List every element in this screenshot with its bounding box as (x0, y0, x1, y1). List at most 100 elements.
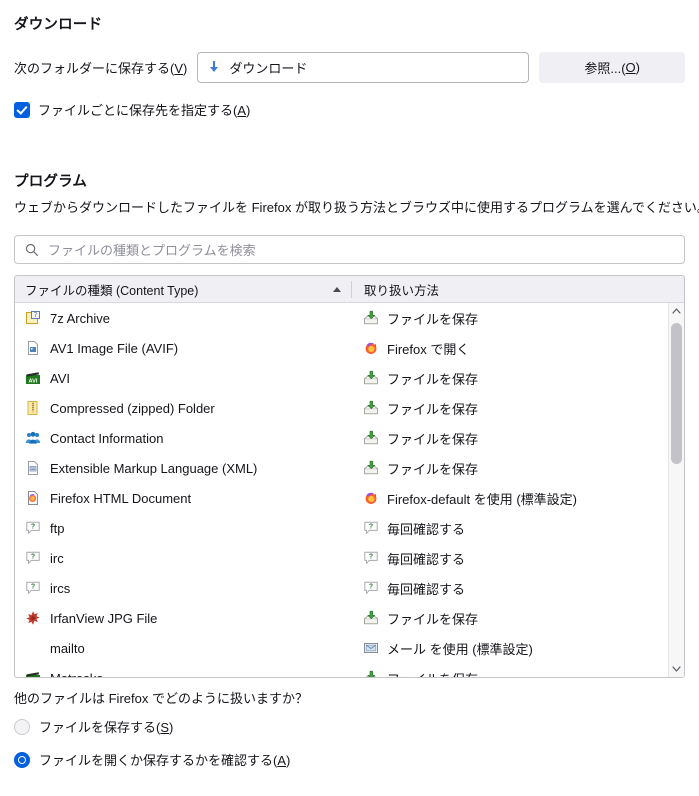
firefox-icon (363, 490, 379, 506)
downloads-section-title: ダウンロード (14, 17, 103, 33)
content-type-label: AVI (50, 370, 70, 386)
checkbox-check-icon (14, 101, 30, 118)
table-row[interactable]: Firefox HTML Document Firefox-default を使用… (15, 483, 684, 513)
content-type-label: mailto (50, 640, 85, 656)
scrollbar-thumb[interactable] (671, 323, 682, 464)
scroll-up-arrow-icon[interactable] (669, 303, 684, 319)
cell-action[interactable]: ファイルを保存 (351, 429, 684, 448)
table-row[interactable]: Contact Information ファイルを保存 (15, 423, 684, 453)
content-type-label: Extensible Markup Language (XML) (50, 460, 258, 476)
column-header-content-type[interactable]: ファイルの種類 (Content Type) (15, 276, 351, 302)
cell-action[interactable]: ファイルを保存 (351, 309, 684, 328)
preferences-downloads-applications-pane: ダウンロード 次のフォルダーに保存する(V) ダウンロード 参照...(O) フ… (0, 0, 699, 796)
content-type-label: AV1 Image File (AVIF) (50, 340, 179, 356)
download-folder-row: 次のフォルダーに保存する(V) ダウンロード 参照...(O) (14, 51, 685, 83)
firefox-doc-icon (25, 490, 41, 506)
action-label: 毎回確認する (387, 551, 466, 567)
content-type-label: ircs (50, 580, 71, 596)
applications-table-header: ファイルの種類 (Content Type) 取り扱い方法 (15, 276, 684, 303)
cell-content-type: 7 7z Archive (15, 310, 351, 326)
browse-button[interactable]: 参照...(O) (539, 51, 685, 83)
action-label: メール を使用 (標準設定) (387, 641, 533, 657)
save-file-icon (363, 400, 379, 416)
scroll-down-arrow-icon[interactable] (669, 661, 684, 677)
cell-action[interactable]: ファイルを保存 (351, 459, 684, 478)
table-row[interactable]: AV1 Image File (AVIF) Firefox で開く (15, 333, 684, 363)
action-label: Firefox-default を使用 (標準設定) (387, 491, 577, 507)
irfanview-icon (25, 610, 41, 626)
cell-action[interactable]: ファイルを保存 (351, 399, 684, 418)
applications-table-scrollbar[interactable] (668, 303, 684, 677)
svg-text:?: ? (31, 584, 35, 591)
radio-save-file-label: ファイルを保存する(S) (39, 720, 174, 735)
unknown-type-icon: ? (25, 580, 41, 596)
other-files-question: 他のファイルは Firefox でどのように扱いますか？ (14, 691, 308, 706)
action-label: ファイルを保存 (387, 371, 479, 387)
action-label: ファイルを保存 (387, 311, 479, 327)
cell-content-type: Compressed (zipped) Folder (15, 400, 351, 416)
save-file-icon (363, 460, 379, 476)
avi-video-icon: AVI (25, 670, 41, 677)
always-ask-location-checkbox[interactable]: ファイルごとに保存先を指定する(A) (14, 100, 250, 119)
cell-action[interactable]: ? 毎回確認する (351, 579, 684, 598)
cell-action[interactable]: メール を使用 (標準設定) (351, 639, 684, 658)
cell-action[interactable]: ? 毎回確認する (351, 549, 684, 568)
action-label: 毎回確認する (387, 521, 466, 537)
content-type-label: IrfanView JPG File (50, 610, 158, 626)
zip-folder-icon (25, 400, 41, 416)
content-type-label: 7z Archive (50, 310, 110, 326)
cell-content-type: Firefox HTML Document (15, 490, 351, 506)
programs-description: ウェブからダウンロードしたファイルを Firefox が取り扱う方法とブラウズ中… (14, 200, 699, 215)
content-type-label: Contact Information (50, 430, 164, 446)
cell-content-type: ? ircs (15, 580, 351, 596)
download-folder-input[interactable]: ダウンロード (197, 51, 530, 83)
cell-action[interactable]: ファイルを保存 (351, 609, 684, 628)
save-file-icon (363, 370, 379, 386)
cell-content-type: mailto (15, 640, 351, 656)
download-folder-label: 次のフォルダーに保存する(V) (14, 60, 188, 76)
always-ask-location-label: ファイルごとに保存先を指定する(A) (38, 103, 251, 118)
svg-text:?: ? (369, 584, 373, 591)
download-arrow-icon (206, 59, 222, 75)
table-row[interactable]: IrfanView JPG File ファイルを保存 (15, 603, 684, 633)
svg-text:?: ? (31, 554, 35, 561)
archive-7z-icon: 7 (25, 310, 41, 326)
firefox-icon (363, 340, 379, 356)
table-row[interactable]: ? ircs ? 毎回確認する (15, 573, 684, 603)
action-label: ファイルを保存 (387, 431, 479, 447)
content-type-label: ftp (50, 520, 65, 536)
sort-ascending-icon (333, 286, 341, 292)
cell-action[interactable]: ファイルを保存 (351, 669, 684, 677)
mail-app-icon (363, 640, 379, 656)
table-row[interactable]: 7 7z Archive ファイルを保存 (15, 303, 684, 333)
table-row[interactable]: Compressed (zipped) Folder ファイルを保存 (15, 393, 684, 423)
table-row[interactable]: AVI Matroska ファイルを保存 (15, 663, 684, 677)
action-label: ファイルを保存 (387, 401, 479, 417)
column-header-action[interactable]: 取り扱い方法 (352, 276, 684, 302)
table-row[interactable]: ? ftp? 毎回確認する (15, 513, 684, 543)
table-row[interactable]: Extensible Markup Language (XML) ファイルを保存 (15, 453, 684, 483)
action-label: Firefox で開く (387, 341, 470, 357)
cell-content-type: AV1 Image File (AVIF) (15, 340, 351, 356)
table-row[interactable]: mailto メール を使用 (標準設定) (15, 633, 684, 663)
cell-action[interactable]: Firefox-default を使用 (標準設定) (351, 489, 684, 508)
radio-ask-open-or-save[interactable]: ファイルを開くか保存するかを確認する(A) (14, 750, 290, 769)
radio-save-file[interactable]: ファイルを保存する(S) (14, 717, 173, 736)
content-type-label: irc (50, 550, 64, 566)
search-placeholder-text: ファイルの種類とプログラムを検索 (48, 243, 256, 258)
unknown-type-icon: ? (363, 580, 379, 596)
applications-search-box[interactable]: ファイルの種類とプログラムを検索 (14, 235, 685, 264)
table-row[interactable]: ? irc ? 毎回確認する (15, 543, 684, 573)
avi-video-icon: AVI (25, 370, 41, 386)
cell-action[interactable]: Firefox で開く (351, 339, 684, 358)
cell-action[interactable]: ? 毎回確認する (351, 519, 684, 538)
cell-action[interactable]: ファイルを保存 (351, 369, 684, 388)
radio-ask-open-or-save-indicator (14, 751, 30, 768)
content-type-label: Compressed (zipped) Folder (50, 400, 215, 416)
cell-content-type: ? irc (15, 550, 351, 566)
download-folder-value: ダウンロード (229, 60, 308, 76)
table-row[interactable]: AVI AVI ファイルを保存 (15, 363, 684, 393)
programs-section-title: プログラム (14, 174, 88, 190)
action-label: ファイルを保存 (387, 461, 479, 477)
contacts-icon (25, 430, 41, 446)
